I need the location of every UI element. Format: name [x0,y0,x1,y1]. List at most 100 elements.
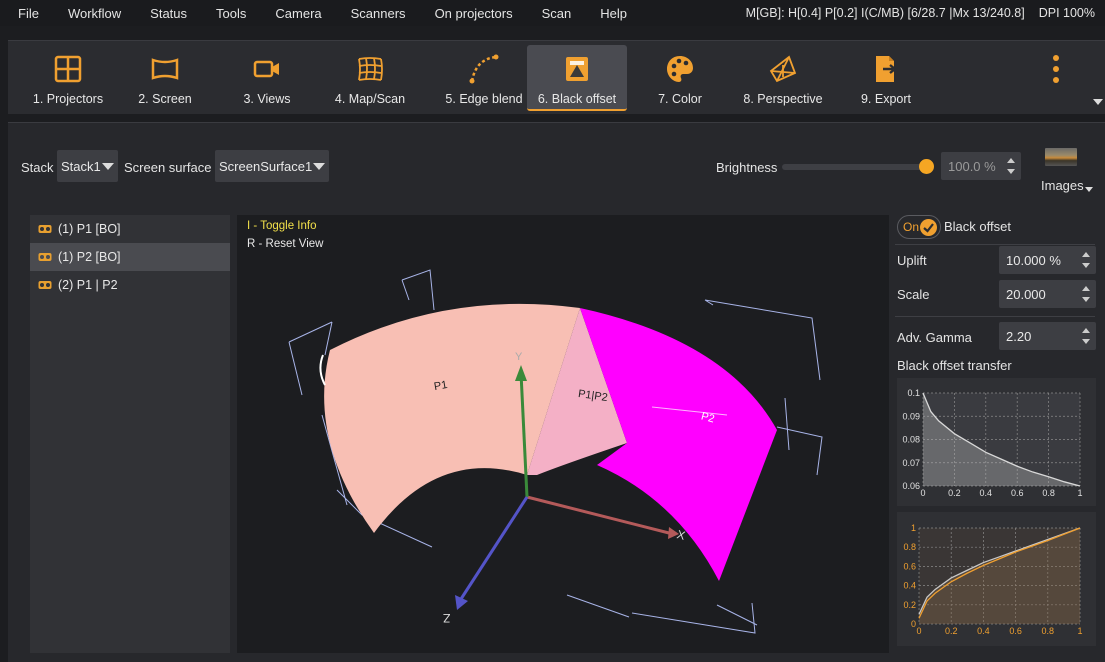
divider [895,244,1095,245]
tool-projectors[interactable]: 1. Projectors [18,45,118,111]
y-tick-label: 0 [911,619,916,629]
tool-label: 3. Views [243,92,291,106]
dpi-menu[interactable]: DPI 100% [1039,6,1095,20]
x-tick-label: 0.2 [945,626,958,636]
screen-surface-value: ScreenSurface1 [219,158,313,174]
chevron-down-icon[interactable] [1085,187,1093,192]
y-tick-label: 0.09 [902,411,920,421]
x-tick-label: 0.4 [980,488,993,498]
images-button[interactable]: Images [1041,178,1084,193]
projector-icon [38,281,52,289]
toolbar-overflow-arrow-icon[interactable] [1093,99,1103,105]
screen-icon [151,58,179,80]
stack-label: Stack [21,160,54,175]
screen-surface-select[interactable]: ScreenSurface1 [215,150,329,182]
menu-status[interactable]: Status [132,6,198,21]
y-tick-label: 0.4 [903,581,916,591]
video-camera-icon [253,60,279,78]
spin-down-icon[interactable] [1007,169,1015,174]
tool-screen[interactable]: 2. Screen [123,45,207,111]
x-tick-label: 0.8 [1042,488,1055,498]
y-tick-label: 0.2 [903,600,916,610]
tool-edge-blend[interactable]: 5. Edge blend [428,45,540,111]
divider [895,316,1095,317]
spin-up-icon[interactable] [1082,328,1090,333]
y-axis-label: Y [515,351,523,363]
uplift-spinbox[interactable]: 10.000 % [999,246,1096,274]
screen-surface-label: Screen surface [124,160,212,175]
projector-icon [38,225,52,233]
tool-export[interactable]: 9. Export [846,45,926,111]
scale-spinbox[interactable]: 20.000 [999,280,1096,308]
menu-scan[interactable]: Scan [524,6,583,21]
spin-up-icon[interactable] [1007,158,1015,163]
x-tick-label: 0.2 [948,488,961,498]
adv-gamma-spinbox[interactable]: 2.20 [999,322,1096,350]
tool-label: 5. Edge blend [445,92,523,106]
transfer-title: Black offset transfer [897,358,1012,373]
spin-up-icon[interactable] [1082,252,1090,257]
stack-value: Stack1 [61,158,101,174]
projectors-grid-icon [54,55,82,83]
projector-p1-surface [324,303,580,533]
tool-color[interactable]: 7. Color [638,45,722,111]
tool-label: 7. Color [658,92,702,106]
brightness-spinbox[interactable]: 100.0 % [941,152,1021,180]
list-item-label: (1) P1 [BO] [58,222,121,236]
y-tick-label: 0.06 [902,481,920,491]
perspective-icon [769,55,797,83]
tool-map-scan[interactable]: 4. Map/Scan [321,45,419,111]
list-item-label: (2) P1 | P2 [58,278,118,292]
export-icon [876,56,897,82]
adv-gamma-value: 2.20 [1006,328,1032,344]
list-item[interactable]: (1) P1 [BO] [30,215,230,243]
spin-up-icon[interactable] [1082,286,1090,291]
y-tick-label: 0.07 [902,458,920,468]
tool-views[interactable]: 3. Views [225,45,309,111]
x-tick-label: 1 [1077,626,1082,636]
x-tick-label: 0 [920,488,925,498]
menu-file[interactable]: File [0,6,50,21]
tool-label: 2. Screen [138,92,192,106]
z-axis [459,496,529,600]
projector-icon [38,253,52,261]
black-offset-toggle[interactable]: On [897,215,941,239]
z-axis-label: Z [443,611,451,625]
x-tick-label: 0.6 [1009,626,1022,636]
toggle-info-hint: I - Toggle Info [247,220,317,232]
menu-scanners[interactable]: Scanners [333,6,417,21]
list-item[interactable]: (2) P1 | P2 [30,271,230,299]
menu-workflow[interactable]: Workflow [50,6,132,21]
chevron-down-icon [102,163,114,170]
spin-down-icon[interactable] [1082,339,1090,344]
menu-on-projectors[interactable]: On projectors [417,6,524,21]
y-tick-label: 0.8 [903,542,916,552]
menu-tools[interactable]: Tools [198,6,257,21]
scene-canvas [288,269,823,634]
x-tick-label: 1 [1077,488,1082,498]
tool-black-offset[interactable]: 6. Black offset [527,45,627,111]
image-thumbnail[interactable] [1045,148,1077,166]
menu-bar: File Workflow Status Tools Camera Scanne… [0,0,1105,26]
list-item[interactable]: (1) P2 [BO] [30,243,230,271]
brightness-slider-handle[interactable] [919,159,934,174]
menu-camera[interactable]: Camera [257,6,332,21]
3d-viewport[interactable]: I - Toggle Info R - Reset View P1 P1|P2 … [237,215,889,653]
menu-help[interactable]: Help [582,6,638,21]
x-tick-label: 0.8 [1042,626,1055,636]
palette-icon [667,56,693,82]
stack-select[interactable]: Stack1 [57,150,118,182]
memory-stats: M[GB]: H[0.4] P[0.2] I(C/MB) [6/28.7 |Mx… [732,6,1095,20]
chart-canvas: 0 0.2 0.4 0.6 0.8 1 1 0.8 0.6 0.4 0.2 0 [903,523,1082,636]
more-options-icon[interactable] [1048,53,1064,85]
brightness-slider[interactable] [782,164,930,170]
spin-down-icon[interactable] [1082,263,1090,268]
workflow-toolbar: 1. Projectors 2. Screen 3. Views 4. Map/… [8,40,1105,114]
brightness-value: 100.0 % [948,158,996,174]
black-offset-transfer-chart: 0 0.2 0.4 0.6 0.8 1 0.1 0.09 0.08 0.07 0.06 [897,378,1096,506]
tool-perspective[interactable]: 8. Perspective [734,45,832,111]
spin-down-icon[interactable] [1082,297,1090,302]
tool-label: 9. Export [860,92,912,106]
tool-label: 4. Map/Scan [334,92,406,106]
mesh-grid-icon [358,57,383,81]
